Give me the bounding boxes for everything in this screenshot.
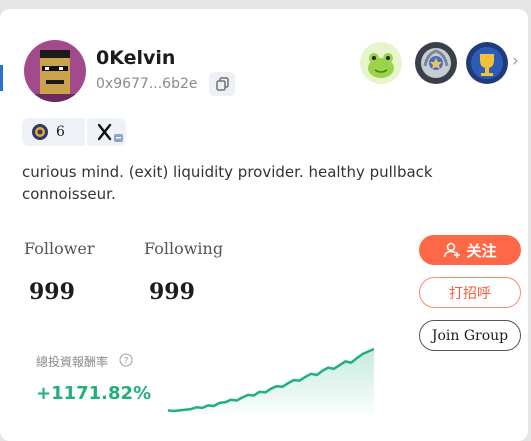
following-label: Following [144, 239, 224, 258]
greet-button[interactable]: 打招呼 [419, 277, 521, 308]
follower-count[interactable]: 999 [29, 279, 75, 305]
profile-card: 0Kelvin 0x9677...6b2e › 6 curious mind. … [0, 9, 528, 441]
follow-button-label: 关注 [466, 241, 497, 260]
join-group-button-label: Join Group [431, 327, 509, 344]
token-count: 6 [56, 124, 65, 140]
roi-value: +1171.82% [36, 383, 152, 404]
roi-sparkline [168, 347, 374, 415]
laurel-badge-icon [415, 42, 457, 84]
following-count[interactable]: 999 [149, 279, 195, 305]
sparkline-area [168, 349, 374, 415]
social-links: 6 [22, 118, 126, 146]
help-icon[interactable]: ? [119, 353, 133, 367]
copy-icon [215, 77, 229, 91]
chevron-right-icon[interactable]: › [512, 51, 519, 71]
svg-text:?: ? [124, 357, 129, 367]
avatar[interactable] [24, 40, 86, 102]
frog-badge-icon [360, 42, 402, 84]
add-user-icon [444, 242, 461, 258]
trophy-badge-icon [466, 42, 508, 84]
pill-divider [85, 118, 87, 146]
roi-label: 總投資報酬率 [36, 355, 109, 369]
greet-button-label: 打招呼 [449, 285, 491, 302]
x-logo-icon[interactable] [98, 124, 124, 144]
follower-label: Follower [24, 239, 95, 258]
copy-address-button[interactable] [209, 72, 235, 96]
join-group-button[interactable]: Join Group [419, 320, 521, 351]
laurel-badge[interactable] [415, 42, 457, 84]
token-icon [32, 124, 48, 140]
profile-name: 0Kelvin [96, 47, 176, 69]
wallet-address: 0x9677...6b2e [96, 76, 198, 92]
frog-badge[interactable] [360, 42, 402, 84]
follow-button[interactable]: 关注 [419, 235, 521, 265]
avatar-punk [24, 40, 86, 102]
profile-bio: curious mind. (exit) liquidity provider.… [22, 163, 433, 203]
active-indicator [0, 65, 3, 91]
trophy-badge[interactable] [466, 42, 508, 84]
